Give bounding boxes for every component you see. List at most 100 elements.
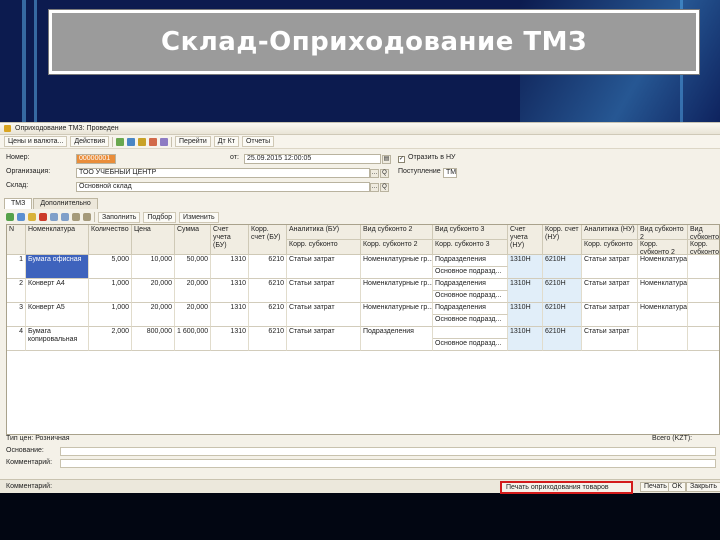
table-cell-corr_bu[interactable]: 6210 bbox=[249, 255, 287, 279]
table-cell-corr_bu[interactable]: 6210 bbox=[249, 327, 287, 351]
table-cell-price[interactable]: 10,000 bbox=[132, 255, 175, 279]
prices-currency-button[interactable]: Цены и валюта... bbox=[4, 136, 68, 147]
reports-button[interactable]: Отчеты bbox=[241, 136, 275, 147]
table-cell-acc_bu[interactable]: 1310 bbox=[211, 279, 249, 303]
col-analytics-bu-subheader[interactable]: Корр. субконто bbox=[287, 240, 361, 255]
table-cell-nu1[interactable]: Статьи затрат bbox=[582, 303, 638, 327]
col-subconto3-nu-subheader[interactable]: Корр. субконто 3 bbox=[688, 240, 719, 255]
table-cell-an1[interactable]: Статьи затрат bbox=[287, 303, 361, 327]
col-subconto3-bu-header[interactable]: Вид субконто 3 bbox=[433, 225, 508, 240]
table-cell-corr_nu[interactable]: 6210Н bbox=[543, 255, 582, 279]
table-cell-nu2[interactable]: Номенклатура bbox=[638, 279, 688, 303]
col-subconto2-bu-header[interactable]: Вид субконто 2 bbox=[361, 225, 433, 240]
structure-icon[interactable] bbox=[160, 137, 169, 146]
table-cell-subconto3[interactable]: Подразделения bbox=[433, 279, 508, 291]
tab-tmz[interactable]: ТМЗ bbox=[4, 198, 33, 209]
table-cell-corr_nu[interactable]: 6210Н bbox=[543, 327, 582, 351]
table-cell-subconto3-corr[interactable]: Основное подразд... bbox=[433, 267, 508, 279]
col-analytics-nu-header[interactable]: Аналитика (НУ) bbox=[582, 225, 638, 240]
close-button[interactable]: Закрыть bbox=[686, 482, 720, 492]
move-down-icon[interactable] bbox=[61, 213, 69, 221]
table-cell-nu1[interactable]: Статьи затрат bbox=[582, 255, 638, 279]
ok-button[interactable]: OK bbox=[668, 482, 687, 492]
table-cell-n[interactable]: 4 bbox=[7, 327, 26, 351]
fill-button[interactable]: Заполнить bbox=[98, 211, 141, 223]
table-cell-subconto3-corr[interactable]: Основное подразд... bbox=[433, 339, 508, 351]
move-up-icon[interactable] bbox=[50, 213, 58, 221]
table-cell-n[interactable]: 1 bbox=[7, 255, 26, 279]
table-cell-nu1[interactable]: Статьи затрат bbox=[582, 279, 638, 303]
change-button[interactable]: Изменить bbox=[179, 211, 219, 223]
table-cell-acc_nu[interactable]: 1310Н bbox=[508, 255, 543, 279]
table-cell-name[interactable]: Бумага офисная bbox=[26, 255, 89, 279]
table-cell-qty[interactable]: 5,000 bbox=[89, 255, 132, 279]
table-cell-an2[interactable]: Номенклатурные гр... bbox=[361, 303, 433, 327]
select-organization-button[interactable]: … bbox=[370, 169, 379, 178]
table-cell-sum[interactable]: 20,000 bbox=[175, 279, 211, 303]
table-cell-corr_bu[interactable]: 6210 bbox=[249, 279, 287, 303]
table-cell-corr_bu[interactable]: 6210 bbox=[249, 303, 287, 327]
table-cell-nu3[interactable] bbox=[688, 327, 719, 351]
table-cell-an1[interactable]: Статьи затрат bbox=[287, 255, 361, 279]
table-cell-nu1[interactable]: Статьи затрат bbox=[582, 327, 638, 351]
table-cell-price[interactable]: 20,000 bbox=[132, 303, 175, 327]
table-cell-an1[interactable]: Статьи затрат bbox=[287, 327, 361, 351]
print-receipt-highlight[interactable]: Печать оприходования товаров bbox=[500, 481, 633, 494]
table-cell-nu3[interactable] bbox=[688, 303, 719, 327]
table-cell-price[interactable]: 20,000 bbox=[132, 279, 175, 303]
col-subconto3-bu-subheader[interactable]: Корр. субконто 3 bbox=[433, 240, 508, 255]
table-cell-an1[interactable]: Статьи затрат bbox=[287, 279, 361, 303]
table-cell-acc_bu[interactable]: 1310 bbox=[211, 255, 249, 279]
table-cell-n[interactable]: 3 bbox=[7, 303, 26, 327]
print-button[interactable]: Печать bbox=[640, 482, 671, 492]
table-cell-acc_nu[interactable]: 1310Н bbox=[508, 327, 543, 351]
reflect-nu-checkbox[interactable]: ✓ bbox=[398, 156, 405, 163]
col-account-nu-header[interactable]: Счет учета (НУ) bbox=[508, 225, 543, 255]
table-cell-corr_nu[interactable]: 6210Н bbox=[543, 303, 582, 327]
table-cell-qty[interactable]: 1,000 bbox=[89, 279, 132, 303]
comment-field[interactable] bbox=[60, 459, 716, 468]
table-cell-acc_nu[interactable]: 1310Н bbox=[508, 303, 543, 327]
table-cell-name[interactable]: Бумага копировальная bbox=[26, 327, 89, 351]
sort-asc-icon[interactable] bbox=[72, 213, 80, 221]
table-cell-subconto3[interactable]: Подразделения bbox=[433, 255, 508, 267]
calendar-icon[interactable]: ▤ bbox=[382, 155, 391, 164]
col-sum-header[interactable]: Сумма bbox=[175, 225, 211, 255]
col-quantity-header[interactable]: Количество bbox=[89, 225, 132, 255]
open-organization-button[interactable]: Q bbox=[380, 169, 389, 178]
table-cell-sum[interactable]: 20,000 bbox=[175, 303, 211, 327]
organization-field[interactable]: ТОО УЧЕБНЫЙ ЦЕНТР bbox=[76, 168, 370, 178]
table-cell-name[interactable]: Конверт А4 bbox=[26, 279, 89, 303]
table-cell-subconto3[interactable]: Подразделения bbox=[433, 303, 508, 315]
col-corr-account-bu-header[interactable]: Корр. счет (БУ) bbox=[249, 225, 287, 255]
table-cell-nu2[interactable]: Номенклатура bbox=[638, 303, 688, 327]
col-corr-account-nu-header[interactable]: Корр. счет (НУ) bbox=[543, 225, 582, 255]
edit-row-icon[interactable] bbox=[28, 213, 36, 221]
col-subconto2-nu-subheader[interactable]: Корр. субконто 2 bbox=[638, 240, 688, 255]
goto-button[interactable]: Перейти bbox=[175, 136, 211, 147]
table-cell-nu3[interactable] bbox=[688, 255, 719, 279]
table-cell-sum[interactable]: 1 600,000 bbox=[175, 327, 211, 351]
warehouse-field[interactable]: Основной склад bbox=[76, 182, 370, 192]
date-field[interactable]: 25.09.2015 12:00:05 bbox=[244, 154, 381, 164]
table-cell-an2[interactable]: Подразделения bbox=[361, 327, 433, 351]
receipt-type-field[interactable]: ТМЗ bbox=[443, 168, 457, 178]
col-subconto3-nu-header[interactable]: Вид субконто 3 bbox=[688, 225, 719, 240]
dt-kt-button[interactable]: Дт Кт bbox=[213, 136, 239, 147]
col-nomenclature-header[interactable]: Номенклатура bbox=[26, 225, 89, 255]
add-row-icon[interactable] bbox=[6, 213, 14, 221]
table-cell-nu3[interactable] bbox=[688, 279, 719, 303]
actions-menu-button[interactable]: Действия bbox=[70, 136, 110, 147]
table-cell-qty[interactable]: 1,000 bbox=[89, 303, 132, 327]
table-cell-nu2[interactable] bbox=[638, 327, 688, 351]
copy-row-icon[interactable] bbox=[17, 213, 25, 221]
open-warehouse-button[interactable]: Q bbox=[380, 183, 389, 192]
col-account-bu-header[interactable]: Счет учета (БУ) bbox=[211, 225, 249, 255]
table-cell-acc_nu[interactable]: 1310Н bbox=[508, 279, 543, 303]
table-cell-n[interactable]: 2 bbox=[7, 279, 26, 303]
table-cell-an2[interactable]: Номенклатурные гр... bbox=[361, 279, 433, 303]
delete-row-icon[interactable] bbox=[39, 213, 47, 221]
edit-icon[interactable] bbox=[138, 137, 147, 146]
table-cell-subconto3-corr[interactable]: Основное подразд... bbox=[433, 315, 508, 327]
table-cell-name[interactable]: Конверт А5 bbox=[26, 303, 89, 327]
